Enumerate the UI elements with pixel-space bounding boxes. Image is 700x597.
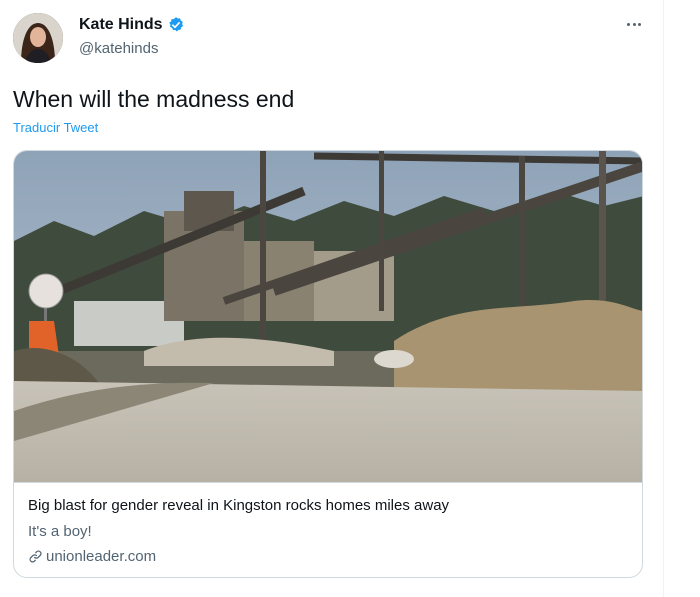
author-name[interactable]: Kate Hinds xyxy=(79,16,163,34)
translate-tweet-link[interactable]: Traducir Tweet xyxy=(13,120,98,135)
card-domain-text[interactable]: unionleader.com xyxy=(46,548,156,565)
verified-badge-icon xyxy=(168,17,183,32)
link-icon xyxy=(29,550,42,563)
card-domain[interactable]: unionleader.com xyxy=(28,548,156,565)
column-divider xyxy=(663,0,664,597)
card-separator xyxy=(14,482,642,483)
avatar[interactable] xyxy=(13,13,63,63)
author-handle[interactable]: @katehinds xyxy=(79,40,158,57)
card-description: It's a boy! xyxy=(28,523,92,540)
link-card[interactable]: Big blast for gender reveal in Kingston … xyxy=(13,150,643,578)
tweet: Kate Hinds @katehinds When will the madn… xyxy=(0,0,660,597)
more-options-icon[interactable] xyxy=(622,12,646,36)
card-image xyxy=(14,151,642,482)
avatar-photo xyxy=(13,13,63,63)
tweet-text: When will the madness end xyxy=(13,86,295,112)
card-title[interactable]: Big blast for gender reveal in Kingston … xyxy=(28,497,449,514)
author-name-row[interactable]: Kate Hinds xyxy=(79,16,185,34)
